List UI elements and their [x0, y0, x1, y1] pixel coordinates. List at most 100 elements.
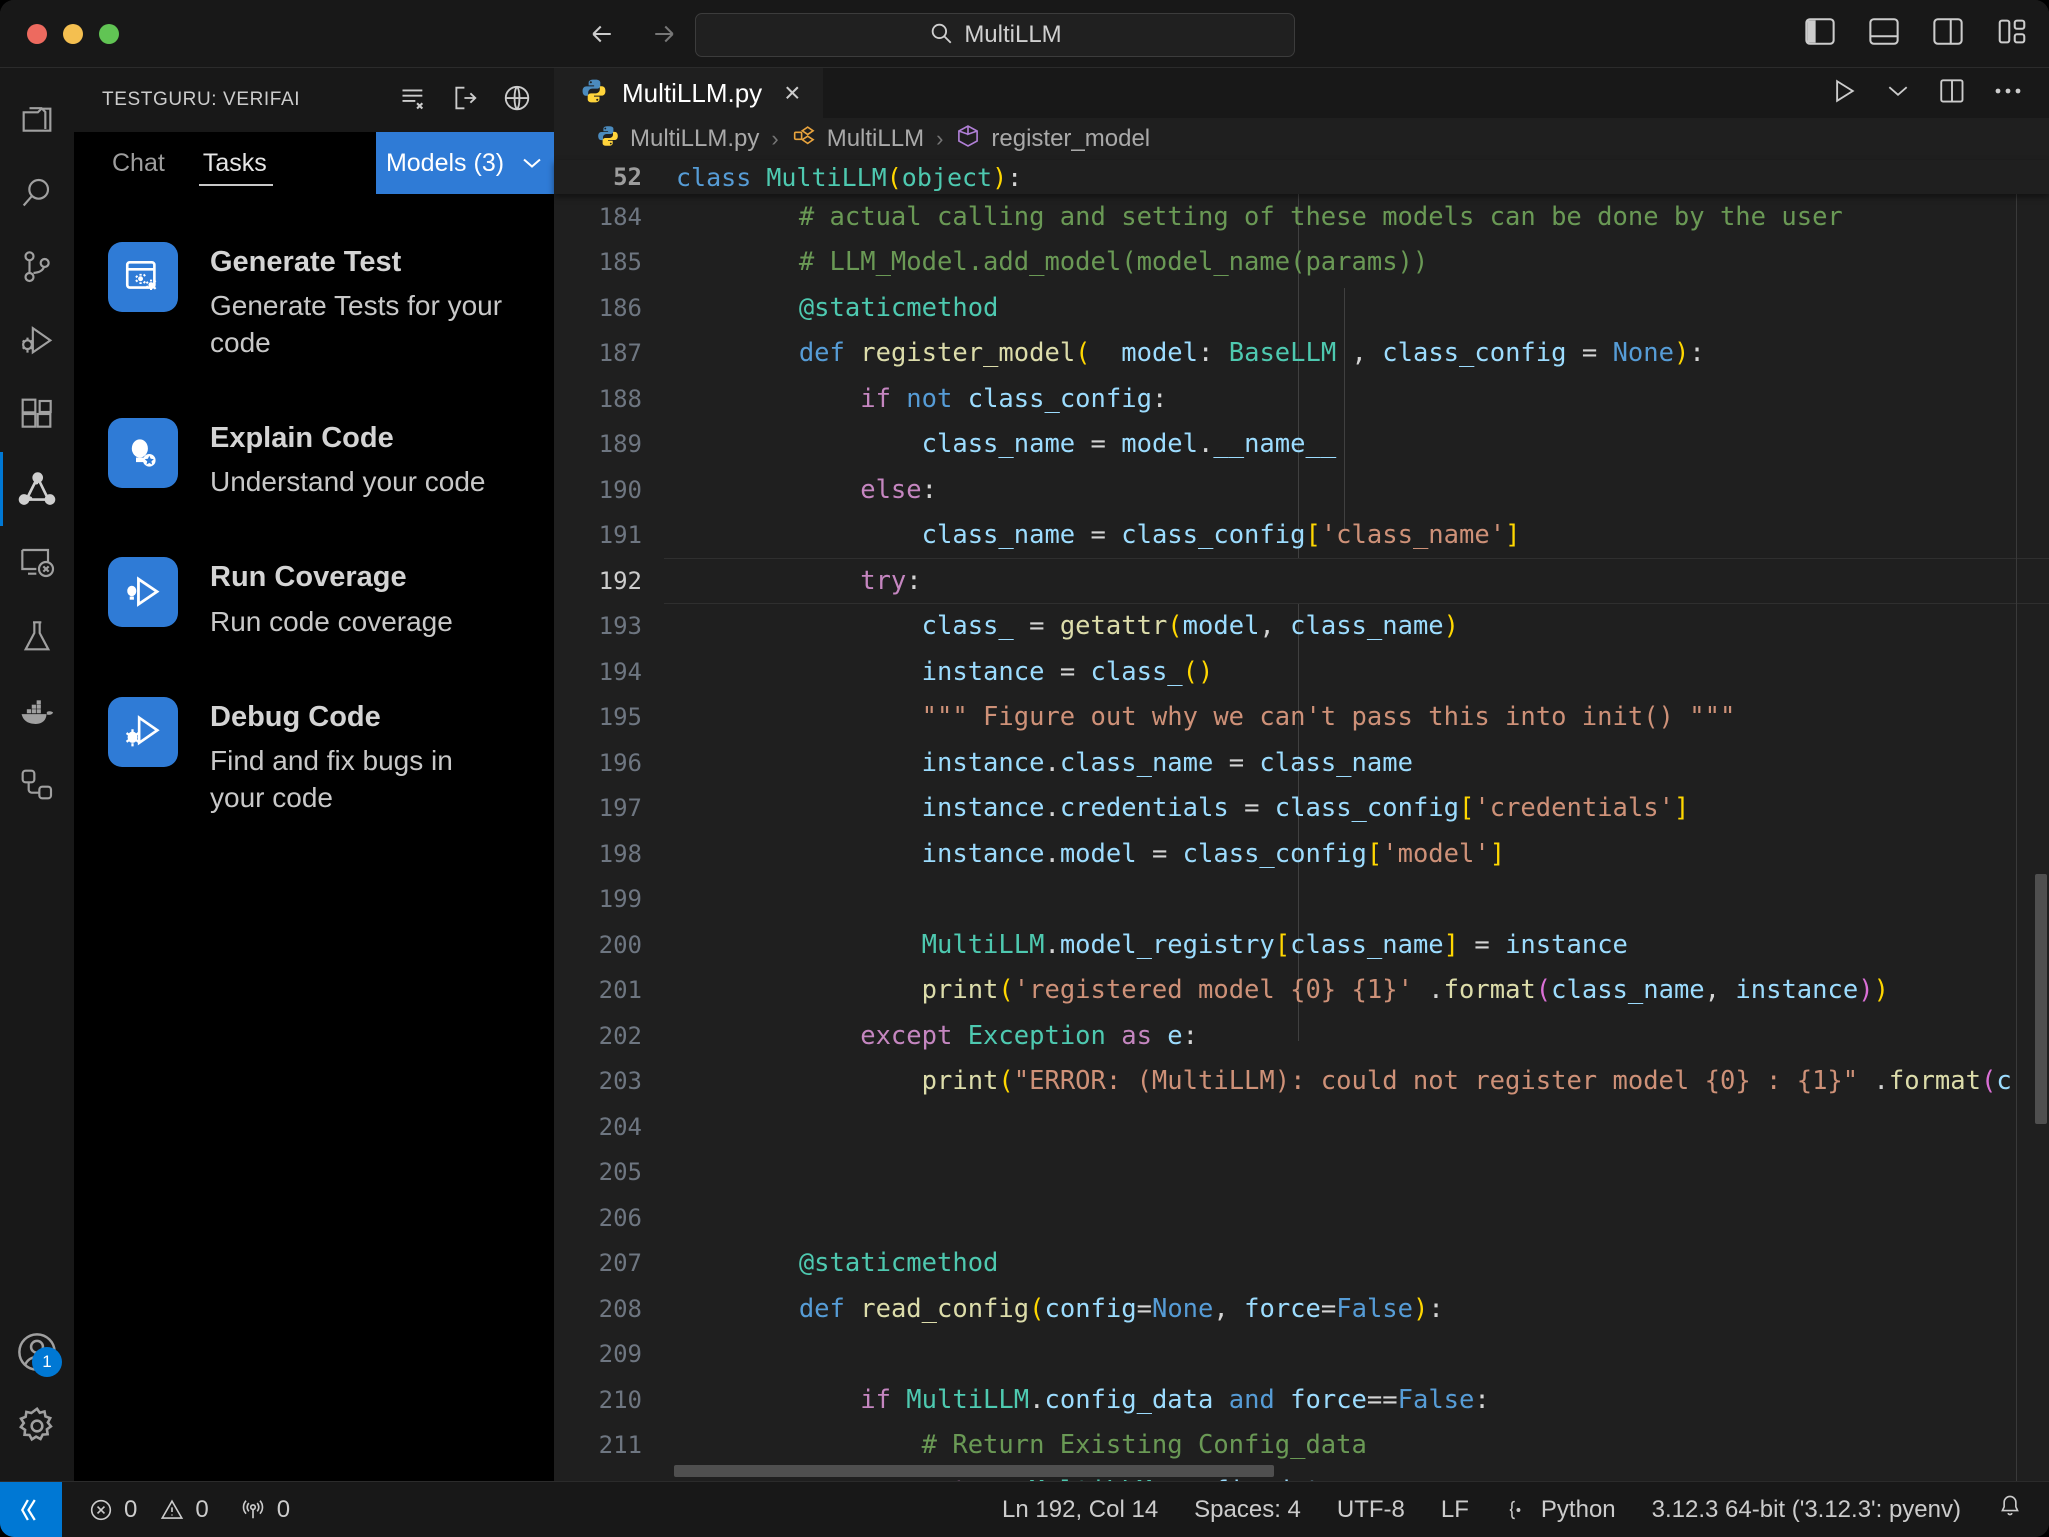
status-language-mode[interactable]: Python [1505, 1496, 1616, 1524]
command-center-value: MultiLLM [964, 21, 1062, 48]
code-line[interactable]: 202 except Exception as e: [554, 1013, 2049, 1059]
code-line[interactable]: 189 class_name = model.__name__ [554, 422, 2049, 468]
code-line[interactable]: 210 if MultiLLM.config_data and force==F… [554, 1377, 2049, 1423]
code-line[interactable]: 200 MultiLLM.model_registry[class_name] … [554, 922, 2049, 968]
status-indentation[interactable]: Spaces: 4 [1194, 1496, 1301, 1524]
activity-bar-item-source-control[interactable] [0, 230, 74, 304]
status-ports[interactable]: 0 [239, 1496, 290, 1524]
line-number: 186 [598, 293, 642, 322]
line-number: 184 [598, 202, 642, 231]
models-dropdown-label: Models (3) [385, 148, 505, 177]
activity-bar-item-account[interactable]: 1 [0, 1315, 74, 1389]
code-line[interactable]: 185 # LLM_Model.add_model(model_name(par… [554, 240, 2049, 286]
code-line[interactable]: 208 def read_config(config=None, force=F… [554, 1286, 2049, 1332]
bell-icon[interactable] [1997, 1492, 2023, 1527]
tab-chat[interactable]: Chat [102, 132, 165, 194]
toggle-panel-icon[interactable] [1867, 16, 1901, 51]
code-line[interactable]: 196 instance.class_name = class_name [554, 740, 2049, 786]
code-line[interactable]: 197 instance.credentials = class_config[… [554, 786, 2049, 832]
code-line[interactable]: 193 class_ = getattr(model, class_name) [554, 604, 2049, 650]
code-line[interactable]: 184 # actual calling and setting of thes… [554, 194, 2049, 240]
status-interpreter[interactable]: 3.12.3 64-bit ('3.12.3': pyenv) [1652, 1496, 1961, 1524]
code-line-text: try: [676, 565, 922, 596]
horizontal-scrollbar-thumb[interactable] [674, 1465, 1274, 1477]
status-eol[interactable]: LF [1441, 1496, 1469, 1524]
activity-bar-item-explorer[interactable] [0, 82, 74, 156]
activity-bar-item-run-and-debug[interactable] [0, 304, 74, 378]
status-error-count: 0 [124, 1495, 138, 1523]
activity-bar-item-testing[interactable] [0, 600, 74, 674]
code-line-text: @staticmethod [676, 1248, 999, 1279]
code-line[interactable]: 206 [554, 1195, 2049, 1241]
breadcrumb-item-class[interactable]: MultiLLM [791, 123, 924, 156]
editor-actions [1829, 68, 2049, 118]
arrow-right-icon[interactable] [647, 19, 681, 49]
activity-bar-item-remote-explorer[interactable] [0, 526, 74, 600]
chevron-down-icon[interactable] [1885, 82, 1911, 105]
code-line[interactable]: 205 [554, 1150, 2049, 1196]
code-line[interactable]: 199 [554, 877, 2049, 923]
activity-bar-item-docker[interactable] [0, 674, 74, 748]
run-python-file-icon[interactable] [1829, 76, 1859, 111]
minimize-window-button[interactable] [63, 23, 83, 44]
code-line[interactable]: 195 """ Figure out why we can't pass thi… [554, 695, 2049, 741]
code-line[interactable]: 192 try: [554, 558, 2049, 604]
activity-bar-item-graph[interactable] [0, 748, 74, 822]
models-dropdown-button[interactable]: Models (3) [376, 132, 554, 194]
code-line[interactable]: 211 # Return Existing Config_data [554, 1423, 2049, 1469]
code-line[interactable]: 201 print('registered model {0} {1}' .fo… [554, 968, 2049, 1014]
vertical-scrollbar-thumb[interactable] [2035, 874, 2047, 1125]
code-line-text: instance = class_() [676, 656, 1214, 687]
status-problems[interactable]: 0 0 [88, 1496, 209, 1524]
close-window-button[interactable] [27, 23, 47, 44]
code-line[interactable]: 188 if not class_config: [554, 376, 2049, 422]
activity-bar-item-search[interactable] [0, 156, 74, 230]
maximize-window-button[interactable] [99, 23, 119, 44]
customize-layout-icon[interactable] [1995, 16, 2029, 51]
code-line[interactable]: 187 def register_model( model: BaseLLM ,… [554, 331, 2049, 377]
code-line[interactable]: 191 class_name = class_config['class_nam… [554, 513, 2049, 559]
side-panel: TESTGURU: VERIFAI Chat Tasks Models (3) … [74, 68, 554, 1481]
task-description: Understand your code [210, 466, 486, 498]
python-file-icon [596, 124, 620, 155]
task-item-run-coverage[interactable]: Run Coverage Run code coverage [74, 539, 554, 678]
globe-icon[interactable] [502, 83, 532, 118]
gear-icon [19, 1406, 53, 1442]
more-actions-icon[interactable] [1993, 84, 2025, 102]
remote-window-button[interactable] [0, 1481, 62, 1537]
code-line-text: MultiLLM.model_registry[class_name] = in… [676, 929, 1628, 960]
breadcrumb-item-method[interactable]: register_model [955, 123, 1150, 156]
code-line[interactable]: 207 @staticmethod [554, 1241, 2049, 1287]
code-line[interactable]: 198 instance.model = class_config['model… [554, 831, 2049, 877]
split-editor-icon[interactable] [1937, 76, 1967, 111]
status-encoding[interactable]: UTF-8 [1337, 1496, 1405, 1524]
activity-bar-item-extensions[interactable] [0, 378, 74, 452]
code-line[interactable]: 186 @staticmethod [554, 285, 2049, 331]
task-item-generate-test[interactable]: Generate Test Generate Tests for your co… [74, 242, 554, 400]
code-line[interactable]: 194 instance = class_() [554, 649, 2049, 695]
code-line[interactable]: 209 [554, 1332, 2049, 1378]
task-text: Generate Test Generate Tests for your co… [210, 242, 510, 362]
close-icon[interactable]: × [784, 79, 800, 107]
activity-bar-item-settings[interactable] [0, 1389, 74, 1463]
sign-out-icon[interactable] [450, 84, 480, 117]
code-editor[interactable]: 184 # actual calling and setting of thes… [554, 194, 2049, 1481]
breadcrumb-item-file[interactable]: MultiLLM.py [596, 124, 759, 155]
editor-tab-multillm-py[interactable]: MultiLLM.py × [554, 68, 823, 119]
command-center-search[interactable]: MultiLLM [695, 13, 1295, 57]
code-line[interactable]: 203 print("ERROR: (MultiLLM): could not … [554, 1059, 2049, 1105]
code-line[interactable]: 204 [554, 1104, 2049, 1150]
clear-all-icon[interactable] [398, 84, 428, 117]
tab-tasks[interactable]: Tasks [193, 132, 273, 194]
code-line[interactable]: 190 else: [554, 467, 2049, 513]
toggle-primary-sidebar-icon[interactable] [1803, 16, 1837, 51]
status-cursor-position[interactable]: Ln 192, Col 14 [1002, 1496, 1158, 1524]
task-item-debug-code[interactable]: Debug Code Find and fix bugs in your cod… [74, 679, 554, 855]
breadcrumb-class-label: MultiLLM [826, 125, 925, 153]
arrow-left-icon[interactable] [585, 19, 619, 49]
toggle-secondary-sidebar-icon[interactable] [1931, 16, 1965, 51]
code-line-text: print('registered model {0} {1}' .format… [676, 975, 1889, 1006]
sticky-scroll-line[interactable]: 52 class MultiLLM(object): [554, 160, 2049, 195]
task-item-explain-code[interactable]: Explain Code Understand your code [74, 400, 554, 539]
activity-bar-item-testguru[interactable] [0, 452, 74, 526]
